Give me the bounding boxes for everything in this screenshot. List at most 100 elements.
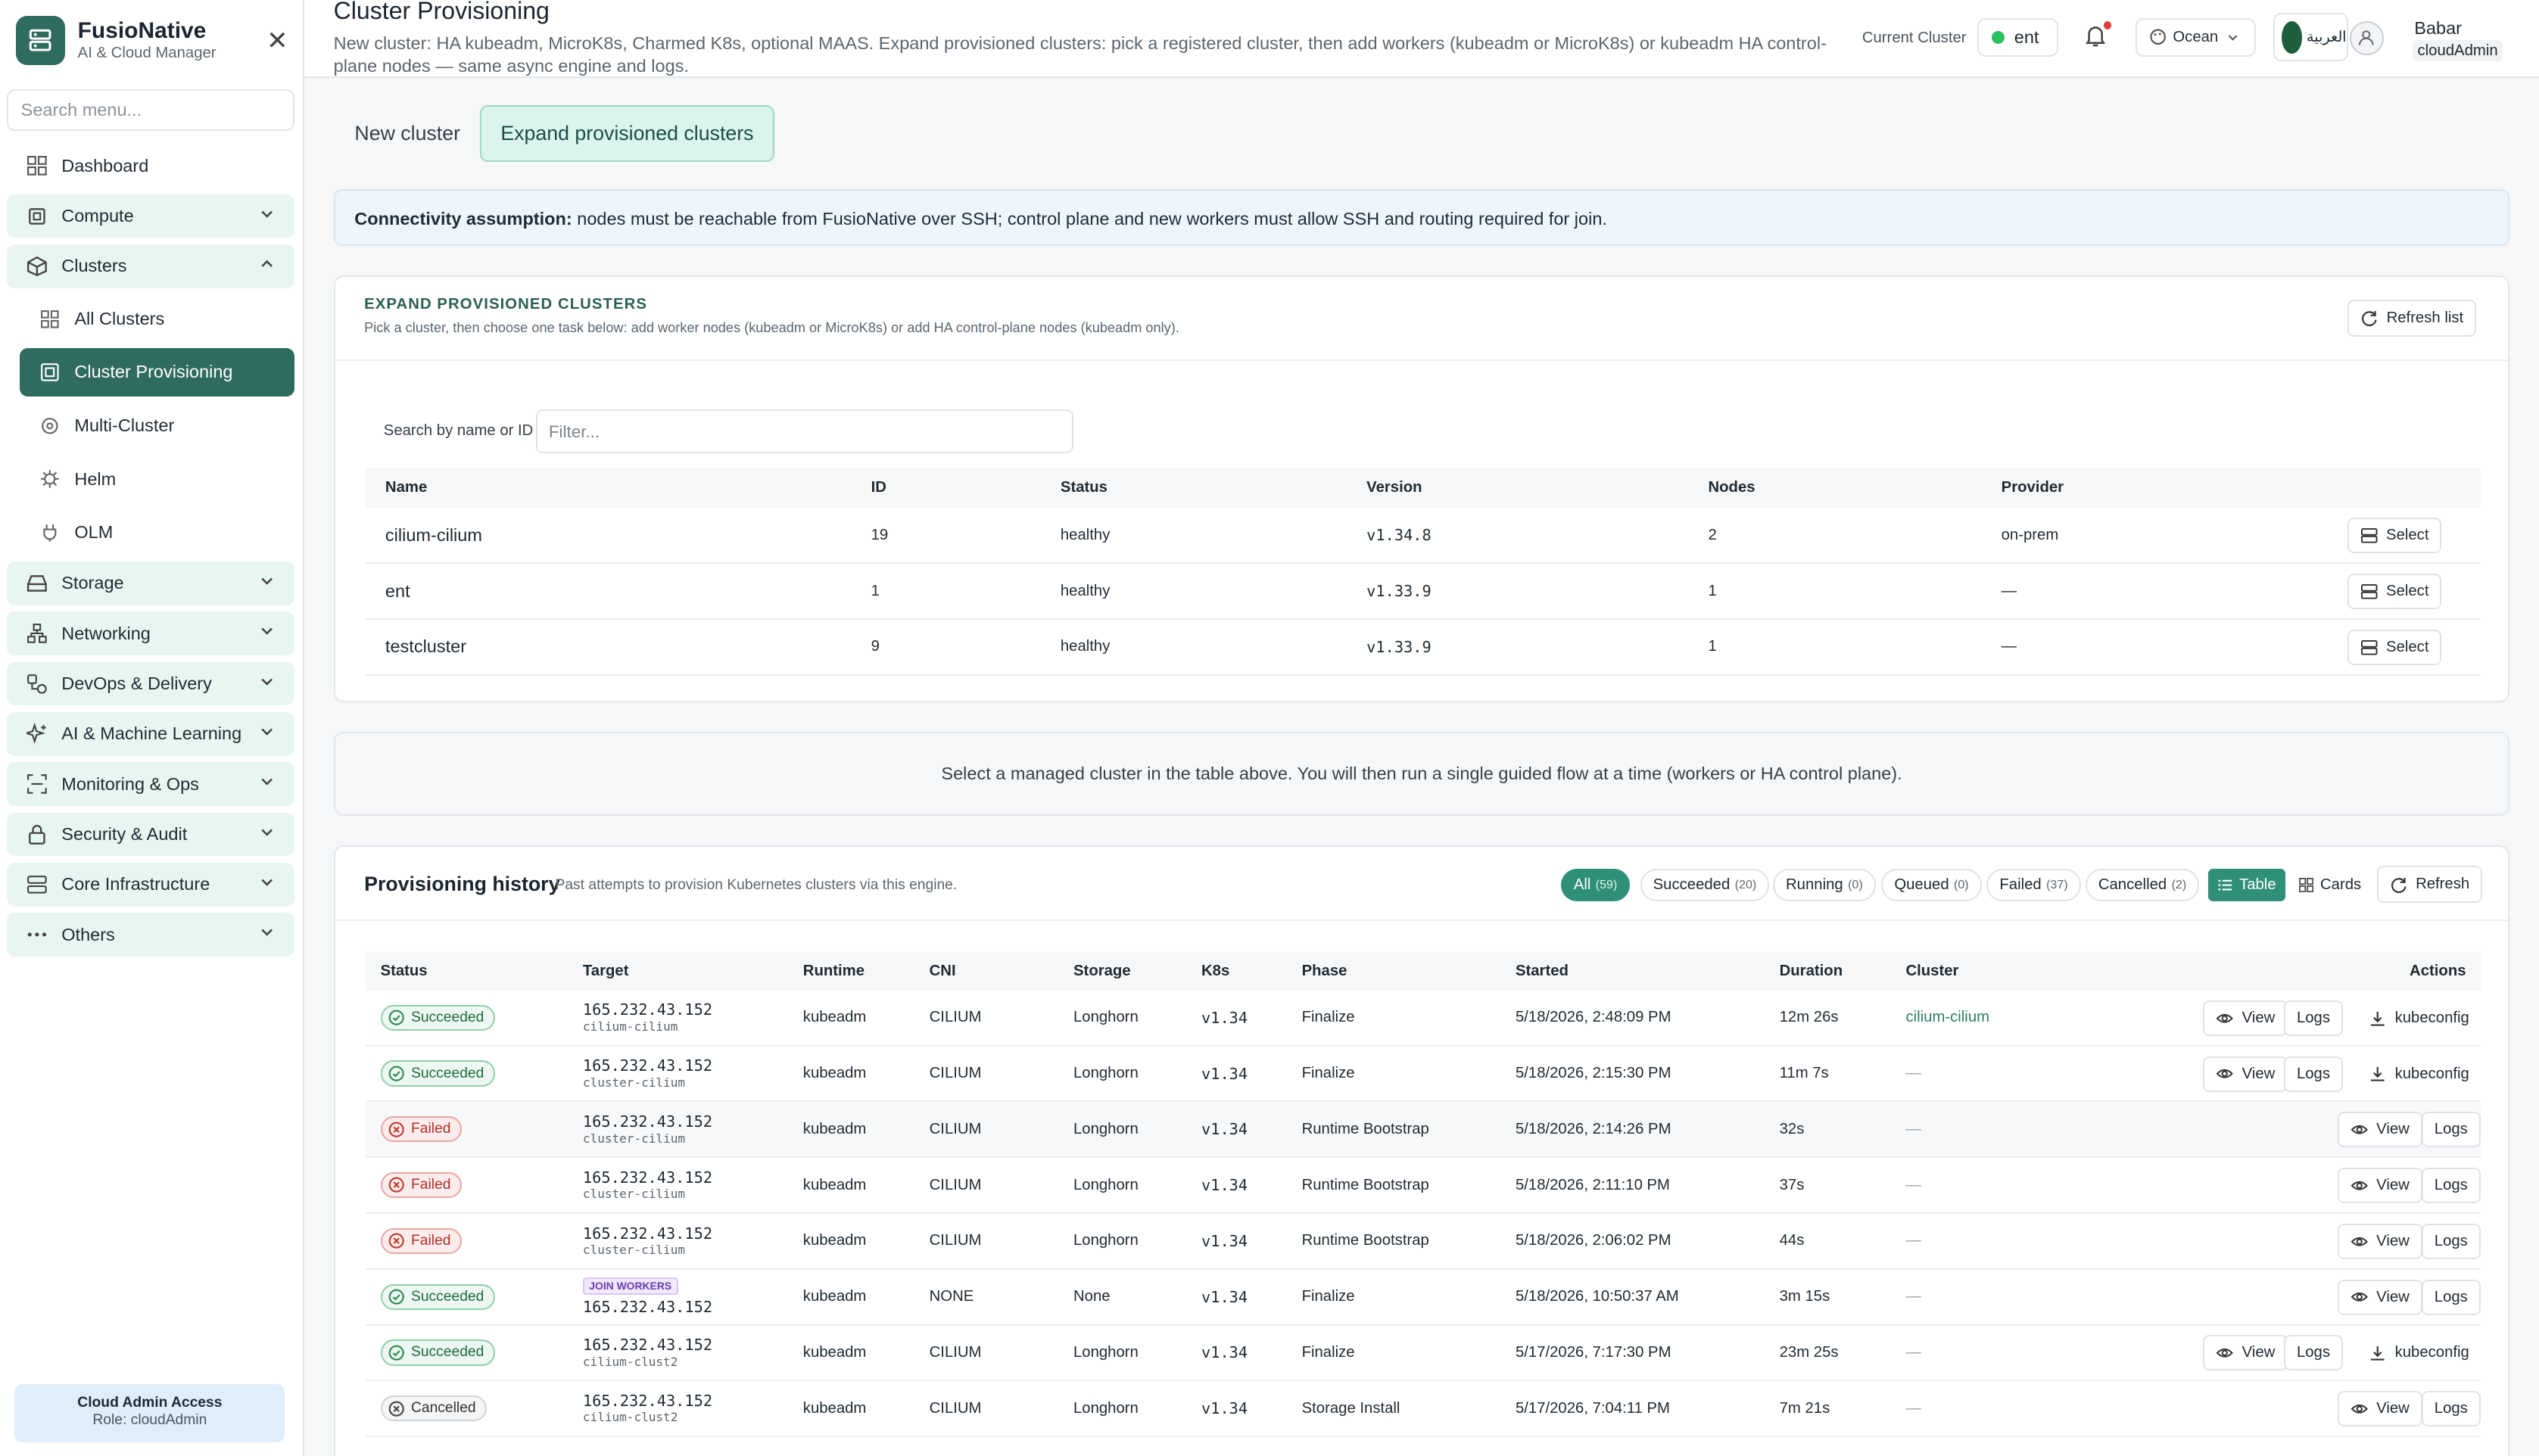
history-refresh-button[interactable]: Refresh [2376, 866, 2483, 904]
chevron-down-icon [259, 824, 275, 845]
table-row: Failed 165.232.43.152 cluster-cilium kubead… [366, 1158, 2481, 1215]
filter-queued[interactable]: Queued (0) [1881, 869, 1982, 902]
col-status: Status [1060, 479, 1108, 496]
sidebar-item-label: All Clusters [74, 308, 165, 328]
connectivity-banner: Connectivity assumption: nodes must be r… [333, 189, 2510, 247]
col-status: Status [380, 962, 428, 979]
logs-button[interactable]: Logs [2421, 1168, 2481, 1204]
sidebar-group-networking[interactable]: Networking [6, 611, 295, 656]
logs-button[interactable]: Logs [2284, 1056, 2343, 1092]
filter-failed[interactable]: Failed (37) [1986, 869, 2081, 902]
view-button[interactable]: View [2203, 1056, 2288, 1092]
sidebar-nav: Dashboard Compute Clusters All Clusters … [6, 144, 295, 963]
tab-expand-clusters[interactable]: Expand provisioned clusters [479, 105, 775, 162]
view-button[interactable]: View [2203, 1335, 2288, 1371]
filter-cancelled[interactable]: Cancelled (2) [2085, 869, 2200, 902]
close-icon[interactable]: ✕ [266, 26, 288, 56]
view-label: View [2376, 1177, 2410, 1194]
sidebar-item-helm[interactable]: Helm [20, 455, 295, 503]
view-button[interactable]: View [2337, 1223, 2422, 1259]
language-selector[interactable]: العربية [2273, 13, 2348, 62]
sidebar-group-monitoring[interactable]: Monitoring & Ops [6, 762, 295, 806]
sidebar-group-others[interactable]: Others [6, 913, 295, 957]
top-header: Cluster Provisioning New cluster: HA kub… [304, 0, 2539, 78]
cluster-filter-input[interactable]: Filter... [535, 409, 1073, 453]
notifications-bell-icon[interactable] [2083, 20, 2112, 55]
logs-button[interactable]: Logs [2421, 1112, 2481, 1148]
sidebar-group-ai[interactable]: AI & Machine Learning [6, 711, 295, 756]
kubeconfig-button[interactable]: kubeconfig [2357, 1056, 2481, 1092]
select-cluster-button[interactable]: Select [2347, 574, 2442, 610]
cluster-status: healthy [1060, 526, 1111, 543]
col-cluster: Cluster [1905, 962, 1959, 979]
select-cluster-button[interactable]: Select [2347, 629, 2442, 665]
user-avatar[interactable] [2349, 20, 2384, 55]
search-menu-input[interactable]: Search menu... [6, 89, 295, 132]
view-table-toggle[interactable]: Table [2208, 869, 2286, 902]
sidebar-group-clusters[interactable]: Clusters [6, 244, 295, 288]
theme-selector[interactable]: Ocean [2136, 17, 2256, 57]
sidebar-item-olm[interactable]: OLM [20, 509, 295, 557]
logs-button[interactable]: Logs [2284, 1000, 2343, 1036]
kubeconfig-button[interactable]: kubeconfig [2357, 1000, 2481, 1036]
status-icon [388, 1010, 404, 1025]
sidebar-item-multi-cluster[interactable]: Multi-Cluster [20, 401, 295, 450]
table-row: Succeeded 165.232.43.152 cluster-cilium kub… [366, 1047, 2481, 1103]
cluster-link[interactable]: cilium-cilium [1905, 991, 1989, 1045]
status-dot-icon [1991, 30, 2005, 44]
duration: 7m 21s [1779, 1399, 1830, 1417]
current-cluster-selector[interactable]: ent [1977, 17, 2058, 57]
filter-all[interactable]: All (59) [1560, 869, 1631, 902]
select-cluster-button[interactable]: Select [2347, 518, 2442, 554]
sidebar-item-dashboard[interactable]: Dashboard [7, 144, 295, 188]
target-ip: 165.232.43.152 [582, 1168, 713, 1187]
cluster-link: — [1905, 1343, 1921, 1361]
divider [335, 359, 2509, 361]
sidebar-item-all-clusters[interactable]: All Clusters [20, 294, 295, 343]
server-icon [2360, 639, 2379, 657]
sidebar-group-security[interactable]: Security & Audit [6, 812, 295, 857]
status-badge: Succeeded [380, 1004, 496, 1031]
view-cards-toggle[interactable]: Cards [2289, 869, 2371, 901]
storage: Longhorn [1073, 1343, 1139, 1361]
view-button[interactable]: View [2203, 1000, 2288, 1036]
cni: CILIUM [929, 1232, 982, 1249]
logs-button[interactable]: Logs [2421, 1279, 2481, 1315]
table-row: ent 1 healthy v1.33.9 1 — Select [366, 564, 2481, 621]
sidebar-group-core[interactable]: Core Infrastructure [6, 862, 295, 907]
logs-button[interactable]: Logs [2421, 1223, 2481, 1259]
filter-running[interactable]: Running (0) [1773, 869, 1876, 902]
filter-succeeded[interactable]: Succeeded (20) [1640, 869, 1770, 902]
server-icon [2360, 583, 2379, 601]
cluster-nodes: 1 [1708, 638, 1717, 655]
cni: NONE [929, 1288, 974, 1305]
eye-icon [2351, 1121, 2369, 1139]
view-button[interactable]: View [2337, 1391, 2422, 1427]
storage-icon [26, 572, 48, 595]
logs-button[interactable]: Logs [2284, 1335, 2343, 1371]
phase: Finalize [1301, 1065, 1355, 1082]
cluster-link: — [1905, 1120, 1921, 1137]
runtime: kubeadm [802, 1176, 867, 1193]
filter-label: Queued [1894, 876, 1949, 894]
sidebar-item-label: Clusters [61, 256, 127, 276]
status-badge: Succeeded [380, 1060, 496, 1087]
view-label: View [2241, 1344, 2276, 1361]
sidebar-item-cluster-provisioning[interactable]: Cluster Provisioning [19, 347, 295, 397]
view-button[interactable]: View [2337, 1112, 2422, 1148]
logs-button[interactable]: Logs [2421, 1391, 2481, 1427]
server-icon [2360, 527, 2379, 545]
view-button[interactable]: View [2337, 1168, 2422, 1204]
status-badge: Cancelled [380, 1395, 488, 1422]
view-button[interactable]: View [2337, 1279, 2422, 1315]
sparkle-icon [26, 723, 48, 745]
runtime: kubeadm [802, 1009, 867, 1026]
sidebar-group-devops[interactable]: DevOps & Delivery [6, 661, 295, 706]
filter-count: (59) [1595, 878, 1618, 892]
sidebar-group-compute[interactable]: Compute [6, 194, 295, 238]
tab-new-cluster[interactable]: New cluster [335, 105, 480, 162]
kubeconfig-button[interactable]: kubeconfig [2357, 1335, 2481, 1371]
sidebar-group-storage[interactable]: Storage [6, 562, 295, 605]
col-duration: Duration [1779, 962, 1843, 979]
refresh-list-button[interactable]: Refresh list [2347, 299, 2477, 337]
